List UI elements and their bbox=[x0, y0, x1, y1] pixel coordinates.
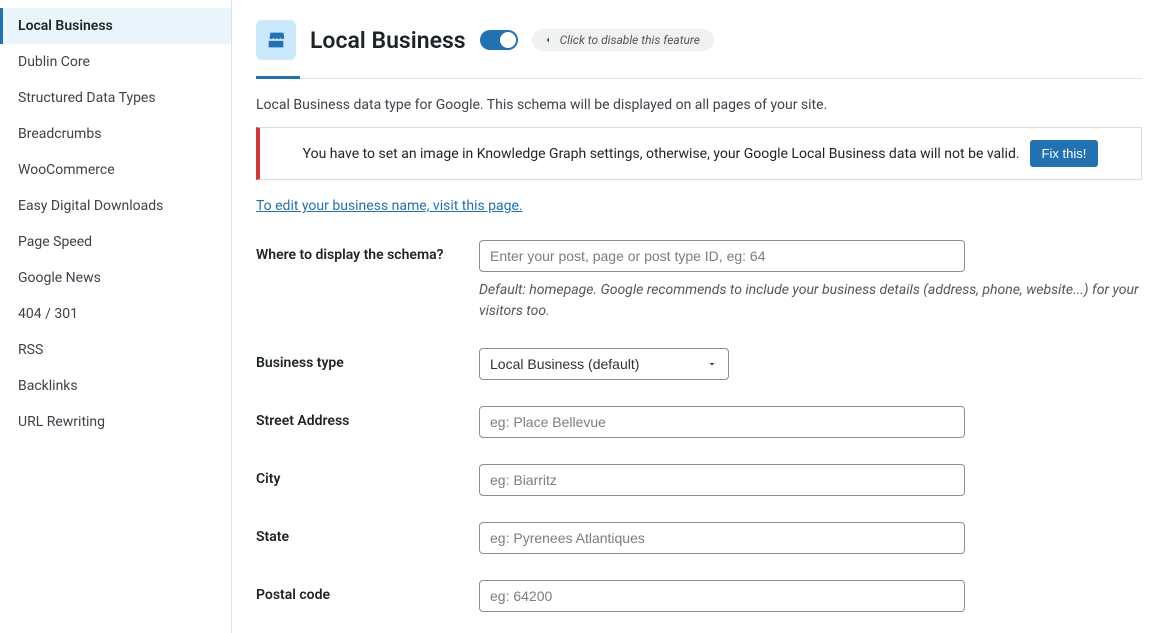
city-input[interactable] bbox=[479, 464, 965, 496]
edit-business-name-link[interactable]: To edit your business name, visit this p… bbox=[256, 198, 523, 214]
store-icon bbox=[256, 20, 296, 60]
postal-input[interactable] bbox=[479, 580, 965, 612]
sidebar-item-google-news[interactable]: Google News bbox=[0, 260, 231, 296]
page-header: Local Business Click to disable this fea… bbox=[256, 20, 1142, 79]
where-input[interactable] bbox=[479, 240, 965, 272]
sidebar-item-local-business[interactable]: Local Business bbox=[0, 8, 231, 44]
postal-label: Postal code bbox=[256, 580, 459, 605]
field-business-type: Business type Local Business (default) bbox=[256, 348, 1142, 380]
accent-underline bbox=[256, 76, 300, 79]
business-type-select[interactable]: Local Business (default) bbox=[479, 348, 729, 380]
field-postal: Postal code bbox=[256, 580, 1142, 612]
sidebar: Local Business Dublin Core Structured Da… bbox=[0, 0, 232, 633]
business-type-label: Business type bbox=[256, 348, 459, 373]
fix-this-button[interactable]: Fix this! bbox=[1030, 140, 1099, 167]
state-input[interactable] bbox=[479, 522, 965, 554]
field-state: State bbox=[256, 522, 1142, 554]
intro-text: Local Business data type for Google. Thi… bbox=[256, 97, 1142, 113]
feature-toggle[interactable] bbox=[480, 30, 518, 50]
sidebar-item-easy-digital-downloads[interactable]: Easy Digital Downloads bbox=[0, 188, 231, 224]
sidebar-item-backlinks[interactable]: Backlinks bbox=[0, 368, 231, 404]
street-label: Street Address bbox=[256, 406, 459, 431]
page-title: Local Business bbox=[310, 27, 466, 54]
street-input[interactable] bbox=[479, 406, 965, 438]
state-label: State bbox=[256, 522, 459, 547]
warning-alert: You have to set an image in Knowledge Gr… bbox=[256, 127, 1142, 180]
disable-feature-button[interactable]: Click to disable this feature bbox=[532, 29, 714, 51]
field-where: Where to display the schema? Default: ho… bbox=[256, 240, 1142, 322]
sidebar-item-woocommerce[interactable]: WooCommerce bbox=[0, 152, 231, 188]
where-label: Where to display the schema? bbox=[256, 240, 459, 265]
sidebar-item-page-speed[interactable]: Page Speed bbox=[0, 224, 231, 260]
alert-text: You have to set an image in Knowledge Gr… bbox=[303, 146, 1020, 162]
arrow-left-icon bbox=[542, 34, 554, 46]
disable-feature-label: Click to disable this feature bbox=[560, 33, 700, 47]
field-street: Street Address bbox=[256, 406, 1142, 438]
sidebar-item-404-301[interactable]: 404 / 301 bbox=[0, 296, 231, 332]
sidebar-item-structured-data-types[interactable]: Structured Data Types bbox=[0, 80, 231, 116]
city-label: City bbox=[256, 464, 459, 489]
main-content: Local Business Click to disable this fea… bbox=[232, 0, 1170, 633]
where-hint: Default: homepage. Google recommends to … bbox=[479, 280, 1139, 322]
field-city: City bbox=[256, 464, 1142, 496]
sidebar-item-breadcrumbs[interactable]: Breadcrumbs bbox=[0, 116, 231, 152]
sidebar-item-rss[interactable]: RSS bbox=[0, 332, 231, 368]
sidebar-item-url-rewriting[interactable]: URL Rewriting bbox=[0, 404, 231, 440]
sidebar-item-dublin-core[interactable]: Dublin Core bbox=[0, 44, 231, 80]
